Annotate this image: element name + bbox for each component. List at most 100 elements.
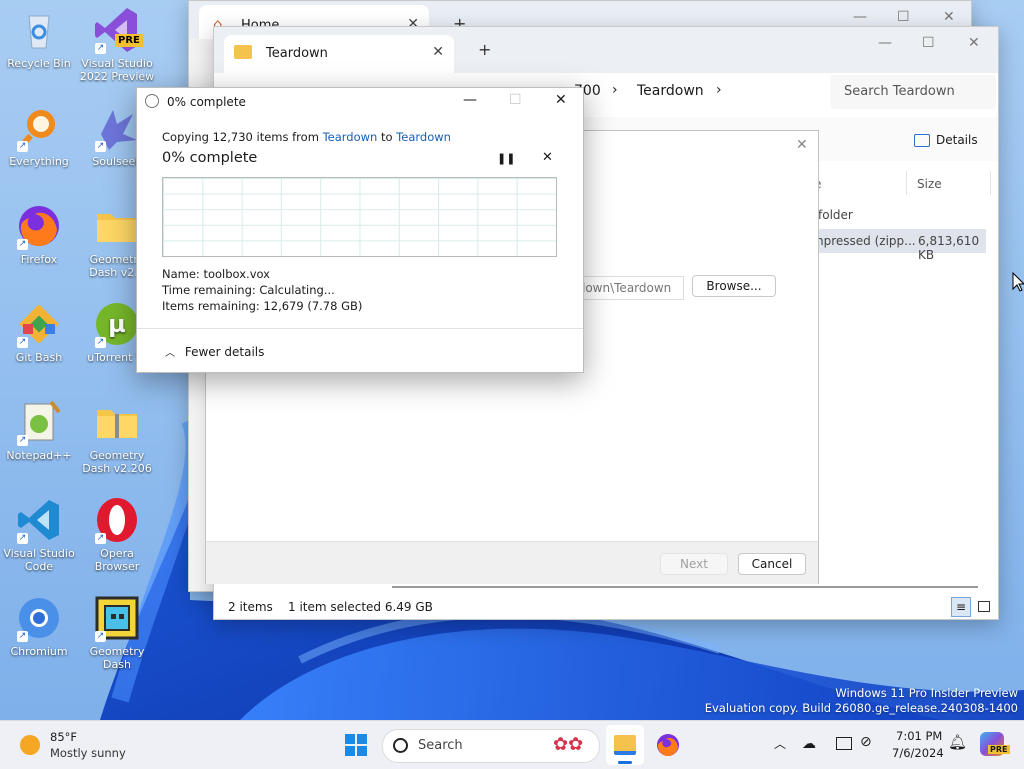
network-icon[interactable] xyxy=(836,737,852,750)
opera-icon: ↗ xyxy=(93,496,141,544)
copy-progress-dialog[interactable]: 0% complete — ☐ ✕ Copying 12,730 items f… xyxy=(136,87,584,373)
dialog-divider xyxy=(137,328,583,329)
clock-date[interactable]: 7/6/2024 xyxy=(892,746,944,760)
desktop-icon-everything[interactable]: ↗ Everything xyxy=(0,104,78,168)
minimize-icon[interactable]: — xyxy=(853,9,867,25)
cancel-copy-icon[interactable]: ✕ xyxy=(542,150,553,165)
desktop-icon-recycle-bin[interactable]: Recycle Bin xyxy=(0,6,78,70)
shortcut-arrow-icon: ↗ xyxy=(95,43,106,54)
destination-link[interactable]: Teardown xyxy=(396,130,451,144)
evaluation-watermark: Windows 11 Pro Insider Preview Evaluatio… xyxy=(705,686,1018,716)
roses-highlight-icon: ✿✿ xyxy=(553,734,584,755)
search-label: Search xyxy=(418,738,463,753)
shortcut-arrow-icon: ↗ xyxy=(95,141,106,152)
fewer-details-toggle[interactable]: ︿ Fewer details xyxy=(165,344,264,359)
geometry-dash-icon: ↗ xyxy=(93,594,141,642)
copilot-badge: PRE xyxy=(988,745,1010,754)
desktop-icon-firefox[interactable]: ↗ Firefox xyxy=(0,202,78,266)
details-button[interactable]: Details xyxy=(936,133,978,147)
desktop-icon-opera-browser[interactable]: ↗ Opera Browser xyxy=(78,496,156,573)
chevron-up-icon[interactable]: ︿ xyxy=(774,735,786,752)
folder-icon xyxy=(234,45,252,59)
detail-name-label: Name: xyxy=(162,267,200,281)
minimize-icon[interactable]: — xyxy=(463,92,477,108)
pause-icon[interactable]: ❚❚ xyxy=(497,152,515,165)
chevron-right-icon: › xyxy=(612,82,618,98)
desktop-icon-label: Firefox xyxy=(20,253,58,266)
details-pane-icon[interactable] xyxy=(914,134,930,147)
volume-icon[interactable]: ⊘ xyxy=(860,734,872,750)
desktop-icon-git-bash[interactable]: ↗ Git Bash xyxy=(0,300,78,364)
clock-time[interactable]: 7:01 PM xyxy=(896,729,942,743)
tab-close-icon[interactable]: ✕ xyxy=(432,44,444,60)
cloud-offline-icon[interactable]: ☁ xyxy=(802,736,816,752)
next-button[interactable]: Next xyxy=(660,553,728,575)
browse-button[interactable]: Browse... xyxy=(692,275,776,297)
detail-items-value: 12,679 (7.78 GB) xyxy=(263,299,363,313)
visual-studio-icon: ↗ PRE xyxy=(93,6,143,54)
table-row-selected[interactable]: npressed (zipp... 6,813,610 KB xyxy=(804,229,986,262)
desktop-icon-notepad-plus-plus[interactable]: ↗ Notepad++ xyxy=(0,398,78,462)
tab-teardown[interactable]: Teardown ✕ xyxy=(224,35,454,73)
tiles-view-icon[interactable] xyxy=(978,601,990,612)
copilot-icon[interactable]: PRE xyxy=(980,732,1010,756)
search-box[interactable]: Search Teardown xyxy=(830,75,996,109)
detail-items-row: Items remaining: 12,679 (7.78 GB) xyxy=(162,299,362,313)
details-view-icon[interactable]: ≡ xyxy=(951,597,971,617)
desktop-icon-visual-studio-2022-preview[interactable]: ↗ PRE Visual Studio 2022 Preview xyxy=(78,6,156,83)
dialog-title: 0% complete xyxy=(167,95,246,109)
maximize-icon[interactable]: ☐ xyxy=(897,9,910,25)
desktop-icon-geometry-dash[interactable]: ↗ Geometry Dash xyxy=(78,594,156,671)
close-icon[interactable]: ✕ xyxy=(796,137,808,153)
fewer-details-label: Fewer details xyxy=(184,345,265,359)
clock-icon xyxy=(145,94,159,108)
shortcut-arrow-icon: ↗ xyxy=(17,631,28,642)
row-type: folder xyxy=(818,208,853,222)
everything-magnifier-icon: ↗ xyxy=(15,104,63,152)
percent-heading: 0% complete xyxy=(162,150,258,166)
close-icon[interactable]: ✕ xyxy=(968,35,980,51)
weather-temp: 85°F xyxy=(50,730,77,744)
notification-bell-icon[interactable]: 🔔︎ xyxy=(948,733,967,751)
copy-summary-prefix: Copying 12,730 items from xyxy=(162,130,323,144)
copy-summary: Copying 12,730 items from Teardown to Te… xyxy=(162,130,451,144)
column-header-size[interactable]: Size xyxy=(917,177,942,191)
new-tab-icon[interactable]: + xyxy=(478,40,491,59)
shortcut-arrow-icon: ↗ xyxy=(95,533,106,544)
svg-text:µ: µ xyxy=(108,310,126,338)
notepad-plus-plus-icon: ↗ xyxy=(15,398,63,446)
weather-desc: Mostly sunny xyxy=(50,746,126,760)
column-divider xyxy=(990,171,991,195)
table-row[interactable]: folder xyxy=(804,203,986,227)
taskbar-file-explorer-button[interactable] xyxy=(606,725,644,765)
desktop-icon-label: Git Bash xyxy=(15,351,63,364)
close-icon[interactable]: ✕ xyxy=(555,92,567,108)
close-icon[interactable]: ✕ xyxy=(943,9,955,25)
desktop-icon-chromium[interactable]: ↗ Chromium xyxy=(0,594,78,658)
shortcut-arrow-icon: ↗ xyxy=(17,435,28,446)
sun-cloud-icon xyxy=(20,735,40,755)
weather-widget[interactable]: 85°F Mostly sunny xyxy=(14,727,144,763)
shortcut-arrow-icon: ↗ xyxy=(17,337,28,348)
windows-start-icon[interactable] xyxy=(344,733,368,757)
firefox-taskbar-icon[interactable] xyxy=(656,733,680,757)
watermark-line-1: Windows 11 Pro Insider Preview xyxy=(835,686,1018,700)
row-size: 6,813,610 KB xyxy=(918,234,980,262)
shortcut-arrow-icon: ↗ xyxy=(95,631,106,642)
desktop-icon-geometry-dash-v2-206[interactable]: Geometry Dash v2.206 xyxy=(78,398,156,475)
detail-items-label: Items remaining: xyxy=(162,299,260,313)
source-link[interactable]: Teardown xyxy=(323,130,378,144)
detail-time-label: Time remaining: xyxy=(162,283,256,297)
desktop-icon-visual-studio-code[interactable]: ↗ Visual Studio Code xyxy=(0,496,78,573)
horizontal-scrollbar[interactable] xyxy=(392,586,978,588)
soulseek-bird-icon: ↗ xyxy=(93,104,141,152)
desktop-icon-label: Geometry Dash xyxy=(89,645,145,671)
cancel-button[interactable]: Cancel xyxy=(738,553,806,575)
breadcrumb-current[interactable]: Teardown xyxy=(637,83,704,99)
maximize-icon[interactable]: ☐ xyxy=(922,35,935,51)
zip-folder-icon xyxy=(93,398,141,446)
minimize-icon[interactable]: — xyxy=(878,35,892,51)
taskbar-search-box[interactable]: Search ✿✿ xyxy=(382,729,600,763)
chevron-right-icon: › xyxy=(716,82,722,98)
file-explorer-icon xyxy=(614,735,636,755)
